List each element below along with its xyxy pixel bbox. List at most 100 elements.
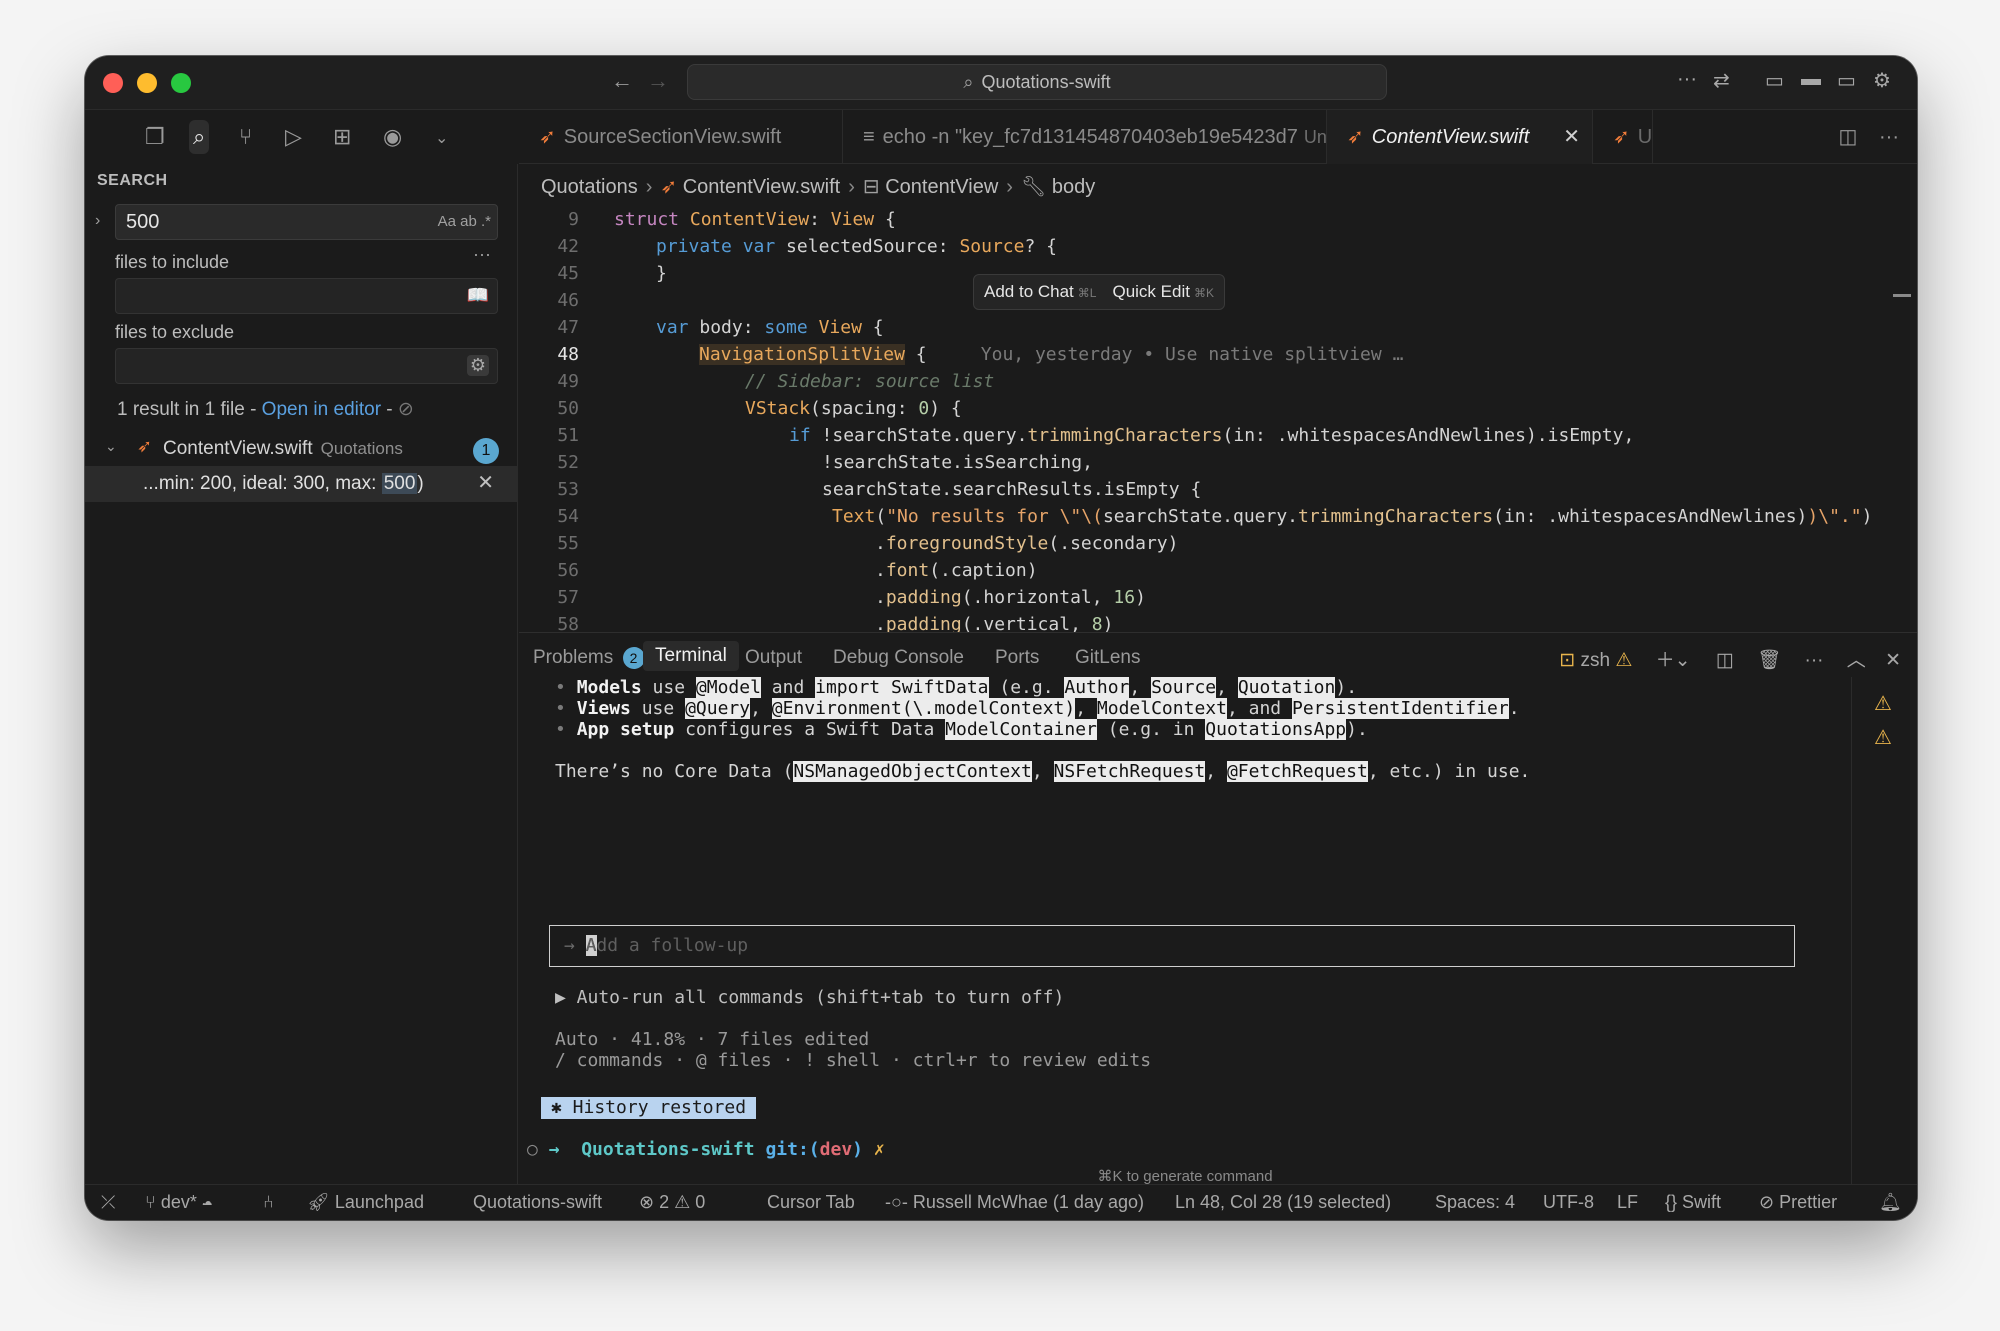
notifications-bell-icon[interactable]: 🔔︎ [1879,1192,1902,1213]
files-exclude-input[interactable]: ⚙ [115,348,498,384]
terminal-line: • Views use @Query, @Environment(\.model… [555,698,1520,719]
new-terminal-icon[interactable]: ＋⌄ [1656,650,1691,671]
launchpad-status[interactable]: 🚀︎ Launchpad [307,1192,424,1213]
language-status[interactable]: {} Swift [1665,1192,1721,1213]
rocket-icon: 🚀︎ [307,1192,330,1212]
branch-status[interactable]: ⑂ dev* ☁ [145,1192,213,1213]
cursor-tab-status[interactable]: Cursor Tab [767,1192,855,1213]
more-actions-icon[interactable]: ··· [1805,650,1824,671]
chevron-down-icon[interactable]: ⌄ [435,128,448,148]
terminal-line: • Models use @Model and import SwiftData… [555,677,1358,698]
extensions-icon[interactable]: ⊞ [333,124,351,150]
book-icon[interactable]: 📖 [467,285,489,306]
problems-status[interactable]: ⊗ 2 ⚠ 0 [639,1192,705,1213]
close-panel-icon[interactable]: ✕ [1885,650,1901,671]
remote-icon[interactable]: ⤫ [101,1192,115,1213]
indentation-status[interactable]: Spaces: 4 [1435,1192,1515,1213]
status-bar: ⤫ ⑂ dev* ☁ ⑃ 🚀︎ Launchpad Quotations-swi… [85,1184,1917,1220]
exclude-settings-gear-icon[interactable]: ⚙ [466,355,489,376]
tab-problems[interactable]: Problems 2 [533,647,645,669]
settings-gear-icon[interactable]: ⚙ [1873,68,1891,93]
split-terminal-icon[interactable]: ◫ [1716,650,1734,671]
minimize-window-button[interactable] [137,73,157,93]
tab-gitlens[interactable]: GitLens [1075,647,1140,669]
files-include-input[interactable]: 📖 [115,278,498,314]
chevron-down-icon[interactable]: ⌄ [105,438,117,455]
encoding-status[interactable]: UTF-8 [1543,1192,1594,1213]
wrench-icon: 🔧︎ [1020,176,1047,198]
breadcrumb-item[interactable]: body [1052,176,1095,198]
quick-edit-button[interactable]: Quick Edit [1112,282,1189,301]
terminal-output[interactable]: • Models use @Model and import SwiftData… [519,677,1851,1185]
breadcrumb-item[interactable]: ContentView [885,176,998,198]
title-bar: ← → ⌕ Quotations-swift ··· ⇄ ▭ ▬ ▭ ⚙ [85,56,1917,110]
project-status[interactable]: Quotations-swift [473,1192,602,1213]
breadcrumb-item[interactable]: ContentView.swift [683,176,841,198]
agent-status: Auto · 41.8% · 7 files edited [555,1029,870,1050]
swap-icon[interactable]: ⇄ [1713,68,1730,93]
code-line: NavigationSplitView { You, yesterday • U… [699,344,1404,365]
more-options-icon[interactable]: ··· [473,244,491,265]
maximize-panel-icon[interactable]: ︿ [1847,650,1866,671]
search-match-row[interactable]: ...min: 200, ideal: 300, max: 500) ✕ [85,466,518,502]
close-window-button[interactable] [103,73,123,93]
add-to-chat-button[interactable]: Add to Chat [984,282,1074,301]
terminal-icon: ⊡ [1559,650,1576,671]
run-debug-icon[interactable]: ▷ [285,124,302,150]
search-view-icon[interactable]: ⌕ [189,120,210,154]
tab-overflow[interactable]: ➶Un [1593,110,1653,164]
toggle-panel-icon[interactable]: ▬ [1801,68,1821,91]
terminal-shell-label[interactable]: zsh [1580,650,1610,671]
breadcrumb-item[interactable]: Quotations [541,176,638,198]
cursor-position[interactable]: Ln 48, Col 28 (19 selected) [1175,1192,1391,1213]
tab-terminal[interactable]: Terminal [643,641,739,671]
git-graph-icon[interactable]: ⑃ [263,1192,274,1213]
code-line: // Sidebar: source list [745,371,995,392]
warning-icon[interactable]: ⚠ [1874,725,1892,750]
editor-scrollbar[interactable] [1893,294,1911,297]
more-icon[interactable]: ··· [1677,68,1697,91]
source-control-icon[interactable]: ⑂ [239,124,252,150]
follow-up-input[interactable]: → AAdd a follow-up [549,925,1795,967]
follow-up-placeholder: Add a follow-up [585,935,749,956]
shell-prompt: ○ → Quotations-swift git:(dev) ✗ [527,1139,885,1160]
warning-icon[interactable]: ⚠ [1874,691,1892,716]
tab-output[interactable]: Output [745,647,802,669]
line-number: 52 [557,452,579,473]
close-tab-icon[interactable]: ✕ [1563,126,1580,148]
tab-debug-console[interactable]: Debug Console [833,647,964,669]
split-editor-icon[interactable]: ◫ [1839,126,1858,148]
prettier-status[interactable]: ⊘ Prettier [1759,1192,1837,1213]
text-file-icon: ≡ [863,126,875,148]
explorer-icon[interactable]: ❐ [145,124,165,150]
back-arrow-icon[interactable]: ← [611,68,633,94]
eol-status[interactable]: LF [1617,1192,1638,1213]
files-include-label: files to include [115,252,230,272]
bottom-panel: Problems 2 Terminal Output Debug Console… [519,632,1917,1185]
zoom-window-button[interactable] [171,73,191,93]
more-actions-icon[interactable]: ··· [1879,126,1899,148]
blame-status[interactable]: -○- Russell McWhae (1 day ago) [885,1192,1144,1213]
collapse-icon[interactable]: ⊘ [398,399,414,420]
command-center-search[interactable]: ⌕ Quotations-swift [687,64,1387,100]
swift-file-icon: ➶ [1613,126,1630,148]
forward-arrow-icon[interactable]: → [647,68,669,94]
toggle-secondary-sidebar-icon[interactable]: ▭ [1837,68,1856,93]
tab-ports[interactable]: Ports [995,647,1039,669]
trash-icon[interactable]: 🗑︎ [1757,650,1781,671]
autorun-toggle[interactable]: ▶ Auto-run all commands (shift+tab to tu… [555,987,1064,1009]
dismiss-match-icon[interactable]: ✕ [477,470,494,495]
tab-source-section-view[interactable]: ➶ SourceSectionView.swift [519,110,843,164]
search-input[interactable]: 500 Aa ab .* [115,204,498,240]
braces-icon: {} [1665,1192,1678,1212]
toggle-replace-chevron-icon[interactable]: › [95,212,100,230]
result-file-row[interactable]: ⌄ ➶ ContentView.swift Quotations 1 [85,434,518,466]
breadcrumb: Quotations › ➶ ContentView.swift › ⊟ Content… [541,176,1096,198]
github-icon[interactable]: ◉ [383,124,402,150]
code-editor[interactable]: 9 struct ContentView: View { 42 private va… [519,206,1877,640]
toggle-sidebar-icon[interactable]: ▭ [1765,68,1784,93]
tab-untitled-echo[interactable]: ≡ echo -n "key_fc7d131454870403eb19e5423d… [843,110,1327,164]
tab-content-view[interactable]: ➶ ContentView.swift ✕ [1327,110,1593,164]
search-options[interactable]: Aa ab .* [438,205,491,239]
open-in-editor-link[interactable]: Open in editor [262,399,381,420]
